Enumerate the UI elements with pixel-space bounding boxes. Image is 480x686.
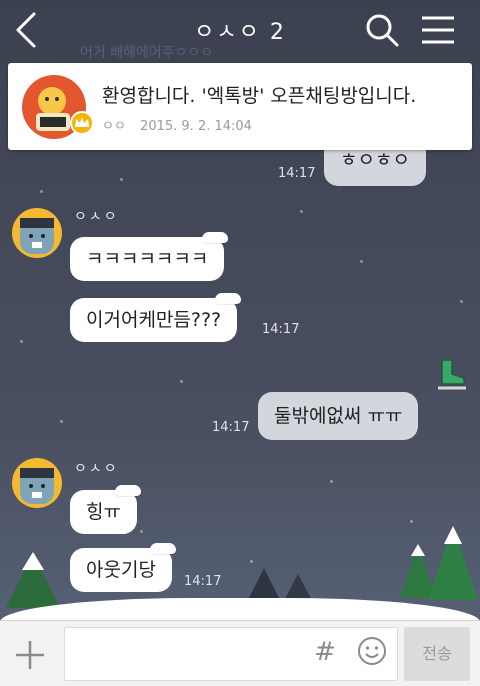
cat-avatar-icon bbox=[20, 468, 54, 504]
search-button[interactable] bbox=[364, 12, 400, 48]
hamburger-menu-icon bbox=[422, 16, 454, 44]
tree-decoration bbox=[428, 526, 478, 600]
search-icon bbox=[366, 14, 399, 47]
notice-banner[interactable]: 환영합니다. '엑톡방' 오픈채팅방입니다. ㅇㅇ 2015. 9. 2. 14… bbox=[8, 63, 472, 150]
message-input-bar: # 전송 bbox=[0, 620, 480, 686]
attach-button[interactable] bbox=[12, 637, 48, 673]
message-time: 14:17 bbox=[184, 574, 222, 589]
plus-icon bbox=[16, 641, 44, 669]
snow-decoration bbox=[202, 232, 229, 243]
message-text: 이거어케만듬??? bbox=[86, 309, 222, 331]
notice-meta: ㅇㅇ 2015. 9. 2. 14:04 bbox=[102, 115, 252, 134]
emoticon-button[interactable] bbox=[356, 635, 388, 667]
chat-header: ㅇㅅㅇ 2 bbox=[0, 0, 480, 62]
send-button[interactable]: 전송 bbox=[404, 627, 470, 681]
notice-author: ㅇㅇ bbox=[102, 119, 126, 134]
smiley-icon bbox=[358, 637, 386, 665]
notice-datetime: 2015. 9. 2. 14:04 bbox=[140, 119, 252, 134]
message-text: 힝ㅠ bbox=[86, 501, 121, 523]
my-message-bubble[interactable]: 둘밖에없써 ㅠㅠ bbox=[258, 392, 419, 440]
message-text: ㅋㅋㅋㅋㅋㅋㅋ bbox=[86, 248, 209, 270]
hashtag-button[interactable]: # bbox=[312, 637, 338, 667]
snow-decoration bbox=[215, 293, 242, 304]
sender-name: ㅇㅅㅇ bbox=[74, 209, 119, 225]
crown-icon bbox=[70, 111, 94, 135]
sender-name: ㅇㅅㅇ bbox=[74, 461, 119, 477]
avatar[interactable] bbox=[12, 208, 62, 258]
snow-decoration bbox=[149, 543, 176, 554]
message-bubble[interactable]: 힝ㅠ bbox=[70, 485, 141, 534]
message-time: 14:17 bbox=[278, 166, 316, 181]
message-bubble[interactable]: 이거어케만듬??? bbox=[70, 293, 242, 342]
message-time: 14:17 bbox=[262, 322, 300, 337]
menu-button[interactable] bbox=[420, 14, 456, 46]
notice-text: 환영합니다. '엑톡방' 오픈채팅방입니다. bbox=[102, 85, 417, 107]
snow-decoration bbox=[114, 485, 141, 496]
message-text: 아웃기당 bbox=[86, 559, 156, 581]
ice-skate-icon bbox=[438, 359, 466, 390]
chat-room-title: ㅇㅅㅇ 2 bbox=[194, 20, 286, 45]
avatar[interactable] bbox=[12, 458, 62, 508]
message-time: 14:17 bbox=[212, 420, 250, 435]
tree-decoration bbox=[6, 552, 60, 608]
message-bubble[interactable]: ㅋㅋㅋㅋㅋㅋㅋ bbox=[70, 232, 229, 281]
message-bubble[interactable]: 아웃기당 bbox=[70, 543, 176, 592]
message-input[interactable] bbox=[64, 627, 398, 681]
cat-avatar-icon bbox=[20, 218, 54, 254]
